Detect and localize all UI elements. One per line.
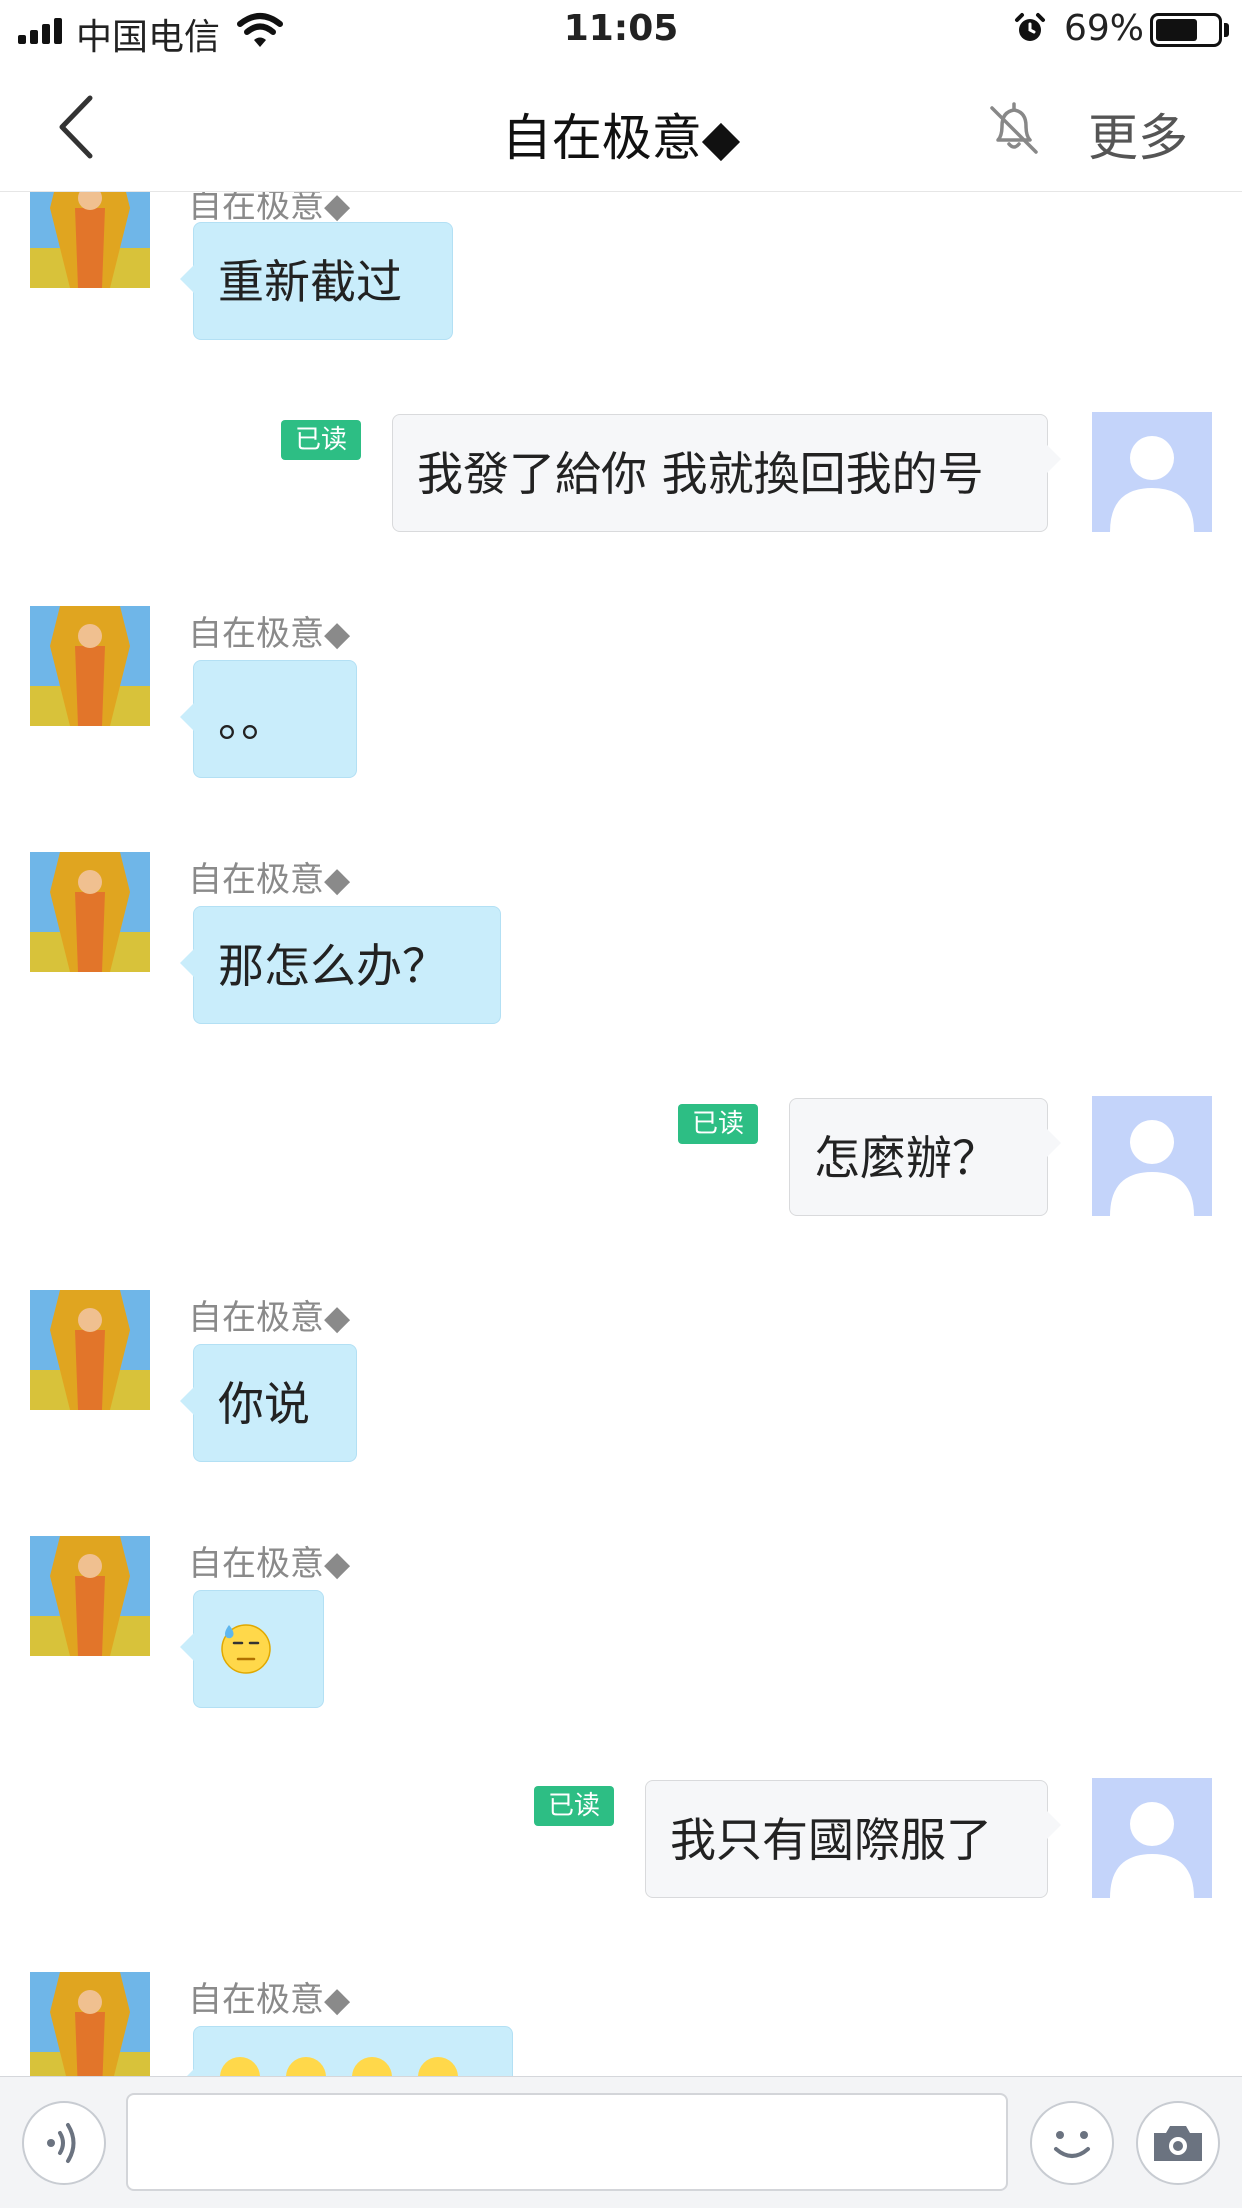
contact-avatar[interactable] <box>30 852 150 972</box>
back-chevron-icon[interactable] <box>40 92 110 162</box>
message-input[interactable] <box>126 2093 1008 2191</box>
battery-fill <box>1156 19 1197 41</box>
contact-avatar[interactable] <box>30 1290 150 1410</box>
sender-name: 自在极意◆ <box>188 1298 351 1338</box>
input-bar <box>0 2076 1242 2208</box>
status-bar: 中国电信 11:05 69% <box>0 0 1242 62</box>
camera-button[interactable] <box>1136 2101 1220 2185</box>
sender-name: 自在极意◆ <box>188 860 351 900</box>
read-badge: 已读 <box>534 1786 614 1826</box>
contact-avatar[interactable] <box>30 1972 150 2076</box>
read-badge: 已读 <box>678 1104 758 1144</box>
message-bubble-incoming[interactable]: 。。 <box>180 660 357 778</box>
my-avatar[interactable] <box>1092 412 1212 532</box>
alarm-icon <box>1015 13 1045 41</box>
clock: 11:05 <box>563 8 679 49</box>
message-bubble-incoming[interactable]: 你说 <box>180 1344 357 1462</box>
camera-icon <box>1154 2126 1202 2161</box>
message-bubble-outgoing[interactable]: 我只有國際服了 <box>645 1780 1061 1898</box>
sweat-smile-emoji <box>221 1624 271 1674</box>
my-avatar[interactable] <box>1092 1096 1212 1216</box>
battery-nub <box>1224 23 1229 37</box>
bell-muted-icon[interactable] <box>984 98 1044 158</box>
contact-avatar[interactable] <box>30 192 150 288</box>
read-badge: 已读 <box>281 420 361 460</box>
chat-title[interactable]: 自在极意◆ <box>300 98 942 170</box>
more-button[interactable]: 更多 <box>1088 98 1188 170</box>
chat-header: 自在极意◆ 更多 <box>0 62 1242 192</box>
message-bubble-outgoing[interactable]: 怎麼辦？ <box>789 1098 1061 1216</box>
emoji-button[interactable] <box>1030 2101 1114 2185</box>
message-bubble-incoming[interactable] <box>180 2026 513 2076</box>
contact-avatar[interactable] <box>30 1536 150 1656</box>
emoji-icon <box>1054 2131 1090 2158</box>
voice-button[interactable] <box>22 2101 106 2185</box>
sender-name: 自在极意◆ <box>188 614 351 654</box>
sender-name: 自在极意◆ <box>188 1980 351 2020</box>
message-bubble-incoming[interactable]: 那怎么办？ <box>180 906 501 1024</box>
crying-emoji-row <box>220 2057 458 2076</box>
message-list[interactable]: 自在极意◆ 重新截过 已读 我發了給你 我就換回我的号 自在极意◆ 。。 自在极… <box>0 192 1242 2076</box>
battery-percent: 69% <box>1064 8 1145 49</box>
battery-icon <box>1150 13 1222 47</box>
voice-icon <box>47 2123 76 2163</box>
message-bubble-incoming[interactable] <box>180 1590 324 1708</box>
my-avatar[interactable] <box>1092 1778 1212 1898</box>
contact-avatar[interactable] <box>30 606 150 726</box>
sender-name: 自在极意◆ <box>188 1544 351 1584</box>
message-bubble-outgoing[interactable]: 我發了給你 我就換回我的号 <box>392 414 1061 532</box>
message-bubble-incoming[interactable]: 重新截过 <box>180 222 453 340</box>
